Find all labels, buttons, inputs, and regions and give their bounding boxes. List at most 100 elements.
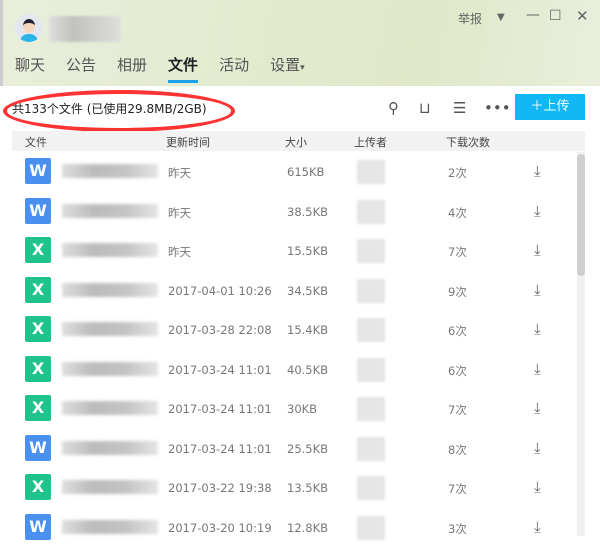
file-type-icon: W xyxy=(25,198,51,224)
col-size[interactable]: 大小 xyxy=(285,134,307,150)
table-row[interactable]: X 2017-03-22 19:38 13.5KB 7次 ⤓ xyxy=(12,468,574,508)
col-time[interactable]: 更新时间 xyxy=(166,134,210,150)
col-file[interactable]: 文件 xyxy=(25,134,47,150)
download-icon[interactable]: ⤓ xyxy=(534,518,541,536)
uploader-blurred xyxy=(357,437,385,461)
uploader-blurred xyxy=(357,397,385,421)
uploader-blurred xyxy=(357,200,385,224)
uploader-blurred xyxy=(357,160,385,184)
col-uploader[interactable]: 上传者 xyxy=(354,134,387,150)
file-name-blurred[interactable] xyxy=(62,441,158,455)
col-downloads[interactable]: 下载次数 xyxy=(446,134,490,150)
download-icon[interactable]: ⤓ xyxy=(534,360,541,378)
caret-down-icon: ▾ xyxy=(300,63,305,73)
dropdown-icon[interactable]: ▼ xyxy=(497,12,505,23)
update-time: 2017-03-24 11:01 xyxy=(168,442,272,456)
update-time: 昨天 xyxy=(168,205,191,221)
file-type-icon: X xyxy=(25,356,51,382)
scrollbar-thumb[interactable] xyxy=(577,154,585,276)
download-icon[interactable]: ⤓ xyxy=(534,241,541,259)
download-count: 6次 xyxy=(448,323,467,339)
table-row[interactable]: X 昨天 15.5KB 7次 ⤓ xyxy=(12,231,574,271)
file-size: 38.5KB xyxy=(287,205,328,219)
file-type-icon: W xyxy=(25,158,51,184)
download-icon[interactable]: ⤓ xyxy=(534,399,541,417)
file-name-blurred[interactable] xyxy=(62,322,158,336)
file-name-blurred[interactable] xyxy=(62,520,158,534)
file-size: 40.5KB xyxy=(287,363,328,377)
file-name-blurred[interactable] xyxy=(62,362,158,376)
file-name-blurred[interactable] xyxy=(62,401,158,415)
table-row[interactable]: W 2017-03-20 10:19 12.8KB 3次 ⤓ xyxy=(12,508,574,547)
table-row[interactable]: X 2017-04-01 10:26 34.5KB 9次 ⤓ xyxy=(12,271,574,311)
list-view-icon[interactable]: ☰ xyxy=(453,99,466,117)
group-name-blurred xyxy=(49,16,121,42)
table-header: 文件 更新时间 大小 上传者 下载次数 xyxy=(12,131,585,151)
update-time: 2017-03-22 19:38 xyxy=(168,481,272,495)
tab-settings-label: 设置 xyxy=(270,56,300,74)
file-type-icon: X xyxy=(25,316,51,342)
file-size: 15.5KB xyxy=(287,244,328,258)
download-count: 7次 xyxy=(448,244,467,260)
tab-activity[interactable]: 活动 xyxy=(219,54,249,83)
update-time: 昨天 xyxy=(168,244,191,260)
table-row[interactable]: W 昨天 615KB 2次 ⤓ xyxy=(12,152,574,192)
scrollbar[interactable] xyxy=(577,152,585,536)
table-row[interactable]: W 昨天 38.5KB 4次 ⤓ xyxy=(12,192,574,232)
minimize-icon[interactable]: — xyxy=(526,7,540,23)
download-icon[interactable]: ⤓ xyxy=(534,202,541,220)
update-time: 2017-03-20 10:19 xyxy=(168,521,272,535)
download-count: 2次 xyxy=(448,165,467,181)
tab-album[interactable]: 相册 xyxy=(117,54,147,83)
file-name-blurred[interactable] xyxy=(62,283,158,297)
download-icon[interactable]: ⤓ xyxy=(534,478,541,496)
file-name-blurred[interactable] xyxy=(62,164,158,178)
tab-settings[interactable]: 设置▾ xyxy=(270,54,305,83)
table-row[interactable]: X 2017-03-28 22:08 15.4KB 6次 ⤓ xyxy=(12,310,574,350)
file-size: 34.5KB xyxy=(287,284,328,298)
inbox-icon[interactable]: ⊔ xyxy=(419,99,431,117)
uploader-blurred xyxy=(357,476,385,500)
update-time: 2017-03-24 11:01 xyxy=(168,363,272,377)
download-count: 7次 xyxy=(448,402,467,418)
tab-chat[interactable]: 聊天 xyxy=(15,54,45,83)
file-size: 12.8KB xyxy=(287,521,328,535)
download-icon[interactable]: ⤓ xyxy=(534,320,541,338)
table-row[interactable]: W 2017-03-24 11:01 25.5KB 8次 ⤓ xyxy=(12,429,574,469)
maximize-icon[interactable]: ☐ xyxy=(549,8,562,24)
download-icon[interactable]: ⤓ xyxy=(534,439,541,457)
file-name-blurred[interactable] xyxy=(62,480,158,494)
file-size: 615KB xyxy=(287,165,324,179)
tab-notice[interactable]: 公告 xyxy=(66,54,96,83)
close-icon[interactable]: ✕ xyxy=(576,7,589,25)
avatar[interactable] xyxy=(15,14,43,42)
uploader-blurred xyxy=(357,318,385,342)
report-link[interactable]: 举报 xyxy=(458,10,482,27)
upload-button[interactable]: ＋上传 xyxy=(515,94,585,120)
file-name-blurred[interactable] xyxy=(62,204,158,218)
download-count: 3次 xyxy=(448,521,467,537)
update-time: 2017-03-24 11:01 xyxy=(168,402,272,416)
search-icon[interactable]: ⚲ xyxy=(388,99,399,117)
uploader-blurred xyxy=(357,279,385,303)
file-type-icon: X xyxy=(25,277,51,303)
download-count: 6次 xyxy=(448,363,467,379)
more-icon[interactable]: ••• xyxy=(484,99,511,117)
uploader-blurred xyxy=(357,358,385,382)
download-icon[interactable]: ⤓ xyxy=(534,281,541,299)
red-annotation-ellipse xyxy=(3,90,235,132)
file-type-icon: X xyxy=(25,395,51,421)
file-size: 30KB xyxy=(287,402,317,416)
group-header: 举报 ▼ — ☐ ✕ 聊天 公告 相册 文件 活动 设置▾ xyxy=(0,0,600,86)
file-name-blurred[interactable] xyxy=(62,243,158,257)
table-row[interactable]: X 2017-03-24 11:01 40.5KB 6次 ⤓ xyxy=(12,350,574,390)
download-count: 8次 xyxy=(448,442,467,458)
update-time: 2017-04-01 10:26 xyxy=(168,284,272,298)
update-time: 2017-03-28 22:08 xyxy=(168,323,272,337)
table-row[interactable]: X 2017-03-24 11:01 30KB 7次 ⤓ xyxy=(12,389,574,429)
file-size: 15.4KB xyxy=(287,323,328,337)
download-icon[interactable]: ⤓ xyxy=(534,162,541,180)
tab-files[interactable]: 文件 xyxy=(168,54,198,83)
file-type-icon: W xyxy=(25,435,51,461)
file-size: 13.5KB xyxy=(287,481,328,495)
